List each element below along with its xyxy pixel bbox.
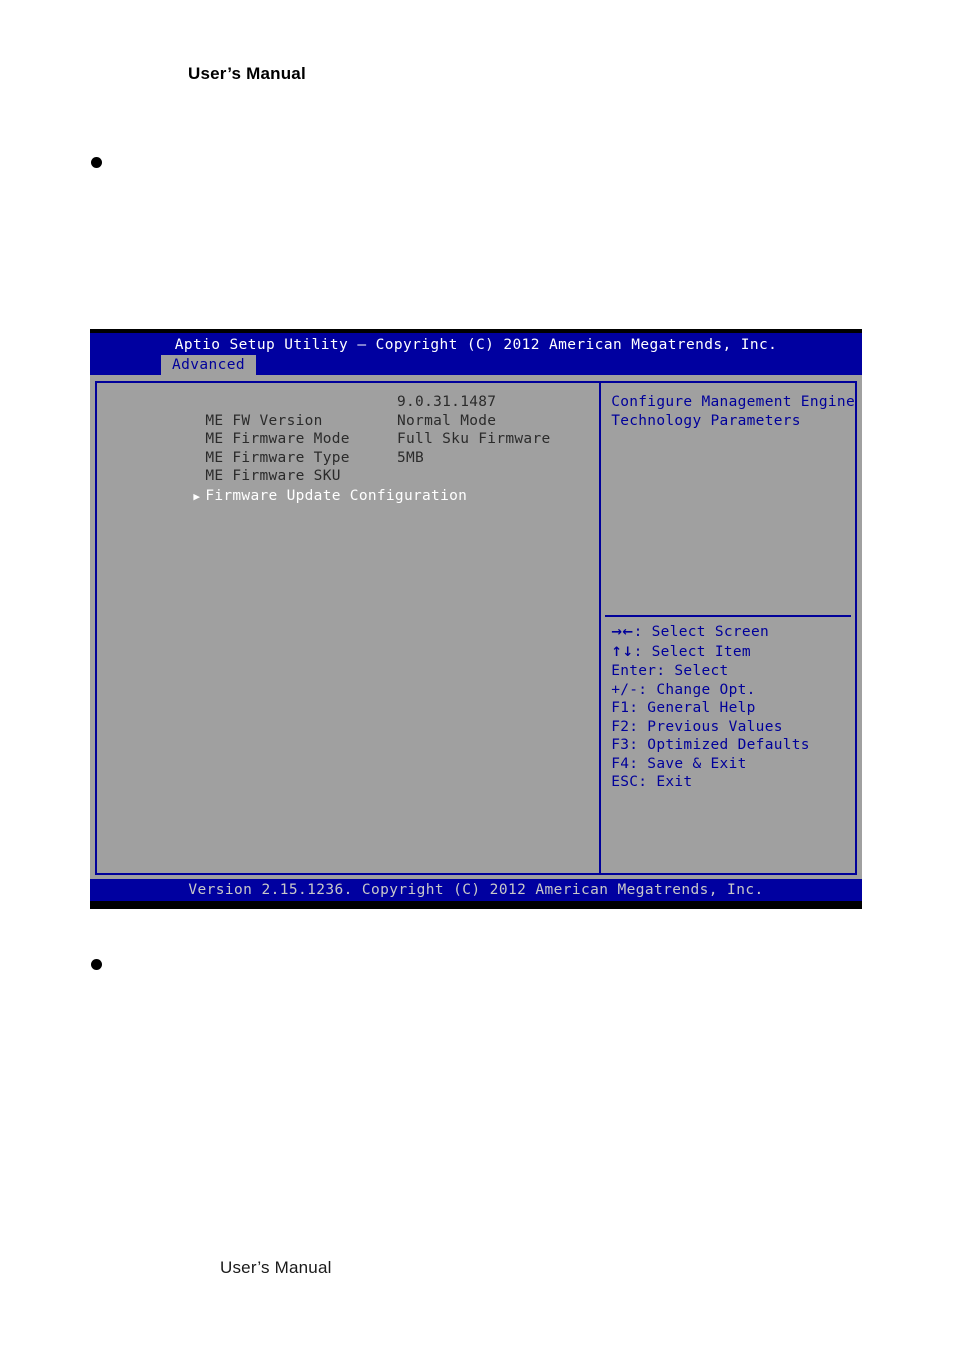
key-legend-previous-values: F2: Previous Values bbox=[611, 718, 783, 735]
setting-value: Normal Mode bbox=[397, 412, 497, 429]
window-top-strip bbox=[90, 329, 862, 333]
tab-advanced[interactable]: Advanced bbox=[161, 355, 257, 376]
bullet-marker-1 bbox=[91, 157, 102, 168]
key-legend-general-help: F1: General Help bbox=[611, 700, 756, 716]
page-footer-title: User’s Manual bbox=[220, 1258, 332, 1277]
setting-row-me-firmware-sku[interactable]: ME Firmware SKU 5MB bbox=[115, 449, 599, 485]
bullet-marker-2 bbox=[91, 959, 102, 970]
submenu-firmware-update-configuration[interactable]: ▶ Firmware Update Configuration bbox=[103, 468, 599, 504]
arrow-left-right-icon: →← bbox=[611, 625, 634, 640]
submenu-label: Firmware Update Configuration bbox=[205, 487, 468, 504]
help-text-line-2: Technology Parameters bbox=[611, 412, 801, 429]
setting-row-me-fw-version[interactable]: ME FW Version 9.0.31.1487 bbox=[115, 393, 599, 429]
help-text-line-1: Configure Management Engine bbox=[611, 394, 855, 410]
key-legend-text: : Select Screen bbox=[633, 624, 770, 640]
window-bottom-strip bbox=[90, 901, 862, 909]
setting-value: 5MB bbox=[397, 449, 425, 466]
settings-pane: ME FW Version 9.0.31.1487 ME Firmware Mo… bbox=[97, 383, 602, 873]
key-legend-change-opt: +/-: Change Opt. bbox=[611, 681, 756, 698]
bios-version-footer: Version 2.15.1236. Copyright (C) 2012 Am… bbox=[90, 879, 862, 901]
help-separator bbox=[605, 615, 851, 617]
setting-row-me-firmware-mode[interactable]: ME Firmware Mode Normal Mode bbox=[115, 412, 599, 448]
setting-row-me-firmware-type[interactable]: ME Firmware Type Full Sku Firmware bbox=[115, 430, 599, 466]
key-legend-enter-select: Enter: Select bbox=[611, 663, 729, 679]
key-legend-optimized-defaults: F3: Optimized Defaults bbox=[611, 737, 810, 753]
key-legend-esc-exit: ESC: Exit bbox=[611, 774, 693, 790]
key-legend-select-screen: →←: Select Screen bbox=[611, 623, 810, 643]
key-legend: →←: Select Screen ↑↓: Select Item Enter:… bbox=[611, 623, 810, 792]
setting-value: Full Sku Firmware bbox=[397, 431, 551, 447]
key-legend-save-and-exit: F4: Save & Exit bbox=[611, 755, 747, 772]
bios-body: ME FW Version 9.0.31.1487 ME Firmware Mo… bbox=[90, 375, 862, 881]
bios-panes: ME FW Version 9.0.31.1487 ME Firmware Mo… bbox=[95, 381, 857, 875]
bios-title-bar: Aptio Setup Utility – Copyright (C) 2012… bbox=[174, 337, 778, 353]
bios-setup-window: Aptio Setup Utility – Copyright (C) 2012… bbox=[90, 329, 862, 909]
key-legend-select-item: ↑↓: Select Item bbox=[611, 643, 810, 663]
arrow-up-down-icon: ↑↓ bbox=[611, 644, 634, 660]
key-legend-text: : Select Item bbox=[633, 643, 751, 660]
submenu-arrow-icon: ▶ bbox=[193, 489, 201, 503]
bios-tab-bar: Advanced bbox=[90, 355, 862, 376]
page-header-title: User’s Manual bbox=[188, 64, 306, 83]
help-pane: Configure Management Engine Technology P… bbox=[601, 383, 855, 873]
setting-value: 9.0.31.1487 bbox=[397, 394, 497, 410]
